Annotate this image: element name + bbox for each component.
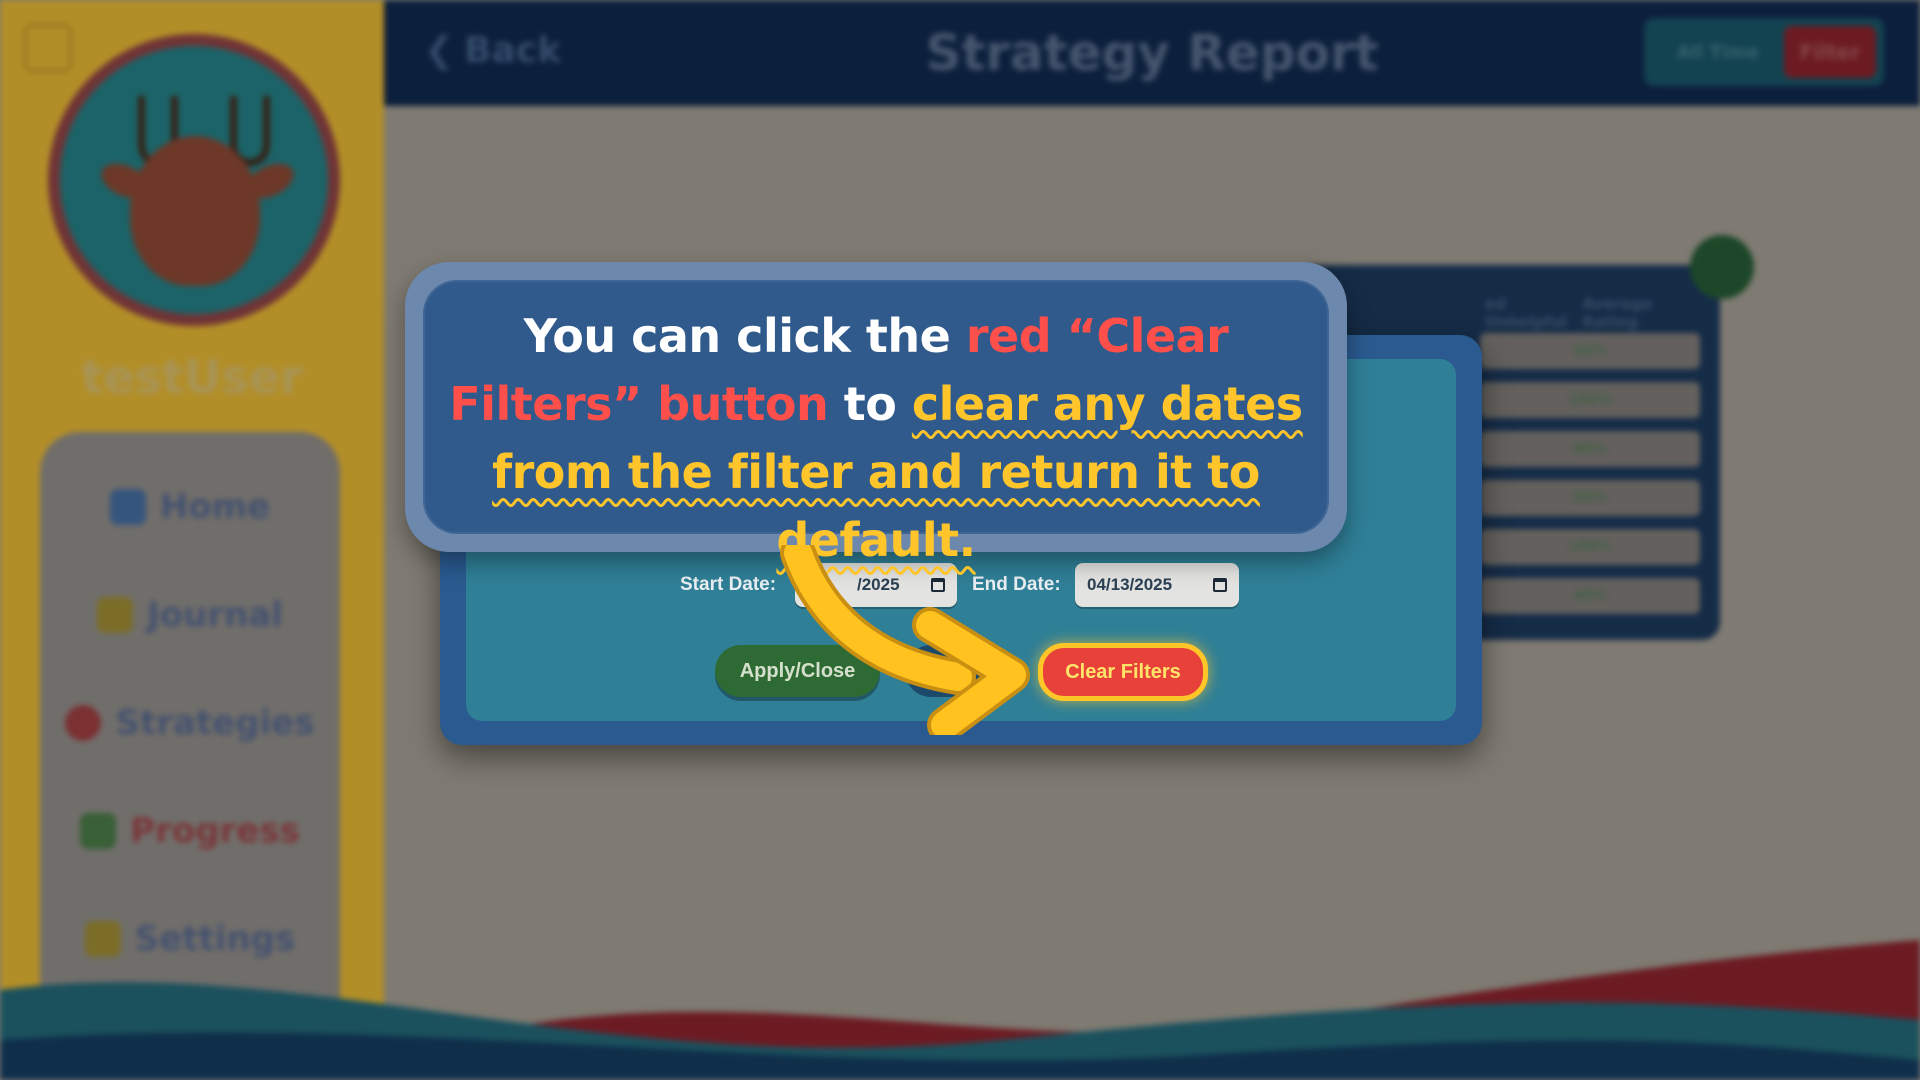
clear-filters-button[interactable]: Clear Filters xyxy=(1038,643,1208,701)
calendar-icon[interactable] xyxy=(1213,578,1227,592)
start-date-label: Start Date: xyxy=(680,574,777,595)
tutorial-callout: You can click the red “Clear Filters” bu… xyxy=(405,262,1347,567)
callout-text: You can click the red “Clear Filters” bu… xyxy=(449,309,1303,567)
pointer-arrow-icon xyxy=(780,545,1030,735)
